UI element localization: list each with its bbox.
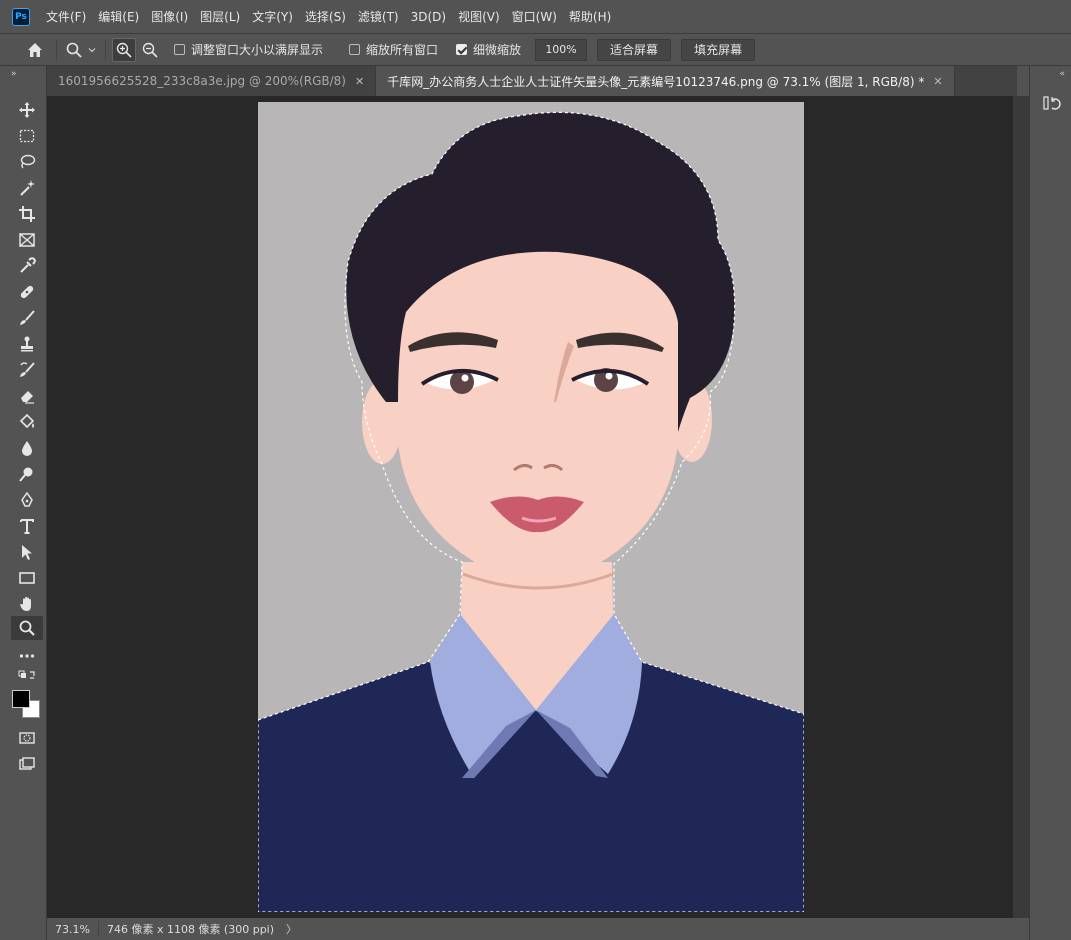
stamp-icon[interactable] xyxy=(11,332,43,356)
tab-document-2[interactable]: 千库网_办公商务人士企业人士证件矢量头像_元素编号10123746.png @ … xyxy=(376,66,955,96)
marquee-icon[interactable] xyxy=(11,124,43,148)
rectangle-icon[interactable] xyxy=(11,566,43,590)
move-icon[interactable] xyxy=(11,98,43,122)
menu-image[interactable]: 图像(I) xyxy=(145,0,194,34)
menu-window[interactable]: 窗口(W) xyxy=(506,0,563,34)
zoom-percent-field[interactable]: 100% xyxy=(535,38,588,61)
lasso-icon[interactable] xyxy=(11,150,43,174)
collapse-icon[interactable]: « xyxy=(1059,69,1065,79)
menu-view[interactable]: 视图(V) xyxy=(452,0,506,34)
healing-icon[interactable] xyxy=(11,280,43,304)
document-tabs: 1601956625528_233c8a3e.jpg @ 200%(RGB/8)… xyxy=(47,66,1017,96)
status-zoom[interactable]: 73.1% xyxy=(47,923,98,936)
fit-screen-button[interactable]: 适合屏幕 xyxy=(597,38,672,61)
crop-icon[interactable] xyxy=(11,202,43,226)
chevron-down-icon xyxy=(88,47,96,52)
home-icon[interactable] xyxy=(20,38,50,62)
hand-icon[interactable] xyxy=(11,592,43,616)
menu-help[interactable]: 帮助(H) xyxy=(563,0,617,34)
tools-panel: » xyxy=(0,66,47,940)
checkbox-label: 调整窗口大小以满屏显示 xyxy=(191,43,324,57)
photoshop-logo: Ps xyxy=(12,7,30,26)
checkbox-label: 细微缩放 xyxy=(473,43,522,57)
checkbox-label: 缩放所有窗口 xyxy=(366,43,439,57)
foreground-color-swatch[interactable] xyxy=(12,690,30,708)
pen-icon[interactable] xyxy=(11,488,43,512)
status-document-info: 746 像素 x 1108 像素 (300 ppi) xyxy=(97,921,282,937)
options-bar: 调整窗口大小以满屏显示 缩放所有窗口 细微缩放 100% 适合屏幕 填充屏幕 xyxy=(0,34,1071,66)
history-brush-icon[interactable] xyxy=(11,358,43,382)
more-tools-icon[interactable] xyxy=(11,644,43,668)
eye-highlight-left xyxy=(461,374,469,382)
iris-left xyxy=(450,370,474,394)
eye-highlight-right xyxy=(605,372,613,380)
menu-layer[interactable]: 图层(L) xyxy=(194,0,246,34)
checkbox-box xyxy=(456,44,468,55)
collapse-icon[interactable]: » xyxy=(11,69,17,79)
close-icon[interactable]: ✕ xyxy=(355,75,364,88)
zoom-in-icon xyxy=(116,42,132,58)
menu-select[interactable]: 选择(S) xyxy=(299,0,352,34)
screen-mode-icon[interactable] xyxy=(11,752,43,776)
tab-title: 千库网_办公商务人士企业人士证件矢量头像_元素编号10123746.png @ … xyxy=(387,74,925,89)
path-select-icon[interactable] xyxy=(11,540,43,564)
swap-colors-icon[interactable] xyxy=(11,668,43,684)
right-panel-dock: « xyxy=(1029,66,1071,940)
checkbox-box xyxy=(174,44,185,55)
vertical-scrollbar[interactable] xyxy=(1013,96,1029,918)
status-menu-arrow-icon[interactable]: 〉 xyxy=(286,921,297,937)
zoom-in-button[interactable] xyxy=(112,37,136,62)
zoom-out-icon xyxy=(142,42,158,58)
color-swatches[interactable] xyxy=(12,690,42,720)
type-icon[interactable] xyxy=(11,514,43,538)
quick-mask-icon[interactable] xyxy=(11,726,43,750)
history-panel-icon[interactable] xyxy=(1041,92,1063,114)
zoom-all-windows-checkbox[interactable]: 缩放所有窗口 xyxy=(349,41,438,58)
menu-3d[interactable]: 3D(D) xyxy=(405,0,452,34)
tab-title: 1601956625528_233c8a3e.jpg @ 200%(RGB/8) xyxy=(58,74,346,88)
separator xyxy=(56,39,57,60)
separator xyxy=(105,39,106,60)
menu-type[interactable]: 文字(Y) xyxy=(246,0,299,34)
photoshop-window: Ps 文件(F) 编辑(E) 图像(I) 图层(L) 文字(Y) 选择(S) 滤… xyxy=(0,0,1071,940)
frame-icon[interactable] xyxy=(11,228,43,252)
brush-icon[interactable] xyxy=(11,306,43,330)
menu-filter[interactable]: 滤镜(T) xyxy=(352,0,405,34)
blur-icon[interactable] xyxy=(11,436,43,460)
menu-file[interactable]: 文件(F) xyxy=(40,0,92,34)
zoom-tool-icon[interactable] xyxy=(11,616,43,640)
menu-edit[interactable]: 编辑(E) xyxy=(92,0,145,34)
magic-wand-icon[interactable] xyxy=(11,176,43,200)
menu-bar: Ps 文件(F) 编辑(E) 图像(I) 图层(L) 文字(Y) 选择(S) 滤… xyxy=(0,0,1071,34)
zoom-icon xyxy=(66,42,82,58)
status-bar: 73.1% 746 像素 x 1108 像素 (300 ppi) 〉 xyxy=(47,918,1029,940)
checkbox-box xyxy=(349,44,361,55)
scrubby-zoom-checkbox[interactable]: 细微缩放 xyxy=(456,41,521,58)
eraser-icon[interactable] xyxy=(11,384,43,408)
tab-document-1[interactable]: 1601956625528_233c8a3e.jpg @ 200%(RGB/8)… xyxy=(47,66,377,96)
eyedropper-icon[interactable] xyxy=(11,254,43,278)
paint-bucket-icon[interactable] xyxy=(11,410,43,434)
document-canvas[interactable] xyxy=(258,102,804,912)
zoom-out-button[interactable] xyxy=(136,38,164,62)
dodge-icon[interactable] xyxy=(11,462,43,486)
fill-screen-button[interactable]: 填充屏幕 xyxy=(681,38,756,61)
zoom-tool-preset-picker[interactable] xyxy=(63,38,99,62)
close-icon[interactable]: ✕ xyxy=(933,75,942,88)
resize-windows-checkbox[interactable]: 调整窗口大小以满屏显示 xyxy=(174,41,323,58)
